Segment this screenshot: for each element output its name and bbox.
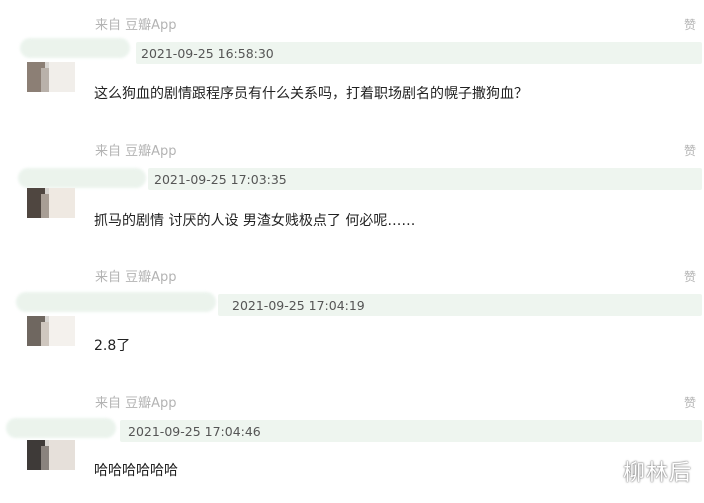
comment-item: 来自 豆瓣App 赞 2021-09-25 17:04:19 2.8了 (0, 252, 704, 377)
comment-text: 哈哈哈哈哈哈 (94, 463, 178, 479)
comment-feed: 来自 豆瓣App 赞 2021-09-25 16:58:30 这么狗血的剧情跟程… (0, 0, 704, 503)
source-label: 来自 豆瓣App (95, 270, 177, 285)
comment-item: 来自 豆瓣App 赞 2021-09-25 17:04:46 哈哈哈哈哈哈 (0, 378, 704, 503)
avatar[interactable] (27, 440, 75, 470)
comment-text: 2.8了 (94, 338, 131, 354)
redaction-scribble (16, 292, 216, 312)
like-button[interactable]: 赞 (684, 394, 696, 411)
source-label: 来自 豆瓣App (95, 18, 177, 33)
comment-item: 来自 豆瓣App 赞 2021-09-25 16:58:30 这么狗血的剧情跟程… (0, 0, 704, 125)
redaction-scribble (6, 418, 116, 438)
like-button[interactable]: 赞 (684, 142, 696, 159)
timestamp: 2021-09-25 17:04:46 (128, 424, 261, 439)
avatar[interactable] (27, 188, 75, 218)
avatar[interactable] (27, 62, 75, 92)
timestamp: 2021-09-25 17:03:35 (154, 172, 287, 187)
source-label: 来自 豆瓣App (95, 396, 177, 411)
timestamp: 2021-09-25 16:58:30 (141, 46, 274, 61)
source-label: 来自 豆瓣App (95, 144, 177, 159)
comment-text: 这么狗血的剧情跟程序员有什么关系吗，打着职场剧名的幌子撒狗血？ (94, 86, 528, 102)
timestamp: 2021-09-25 17:04:19 (232, 298, 365, 313)
redaction-scribble (20, 38, 130, 58)
like-button[interactable]: 赞 (684, 268, 696, 285)
avatar[interactable] (27, 316, 75, 346)
comment-text: 抓马的剧情 讨厌的人设 男渣女贱极点了 何必呢…… (94, 213, 416, 229)
comment-item: 来自 豆瓣App 赞 2021-09-25 17:03:35 抓马的剧情 讨厌的… (0, 126, 704, 251)
watermark-text: 柳林后 (622, 461, 692, 486)
redaction-scribble (18, 168, 146, 188)
like-button[interactable]: 赞 (684, 16, 696, 33)
